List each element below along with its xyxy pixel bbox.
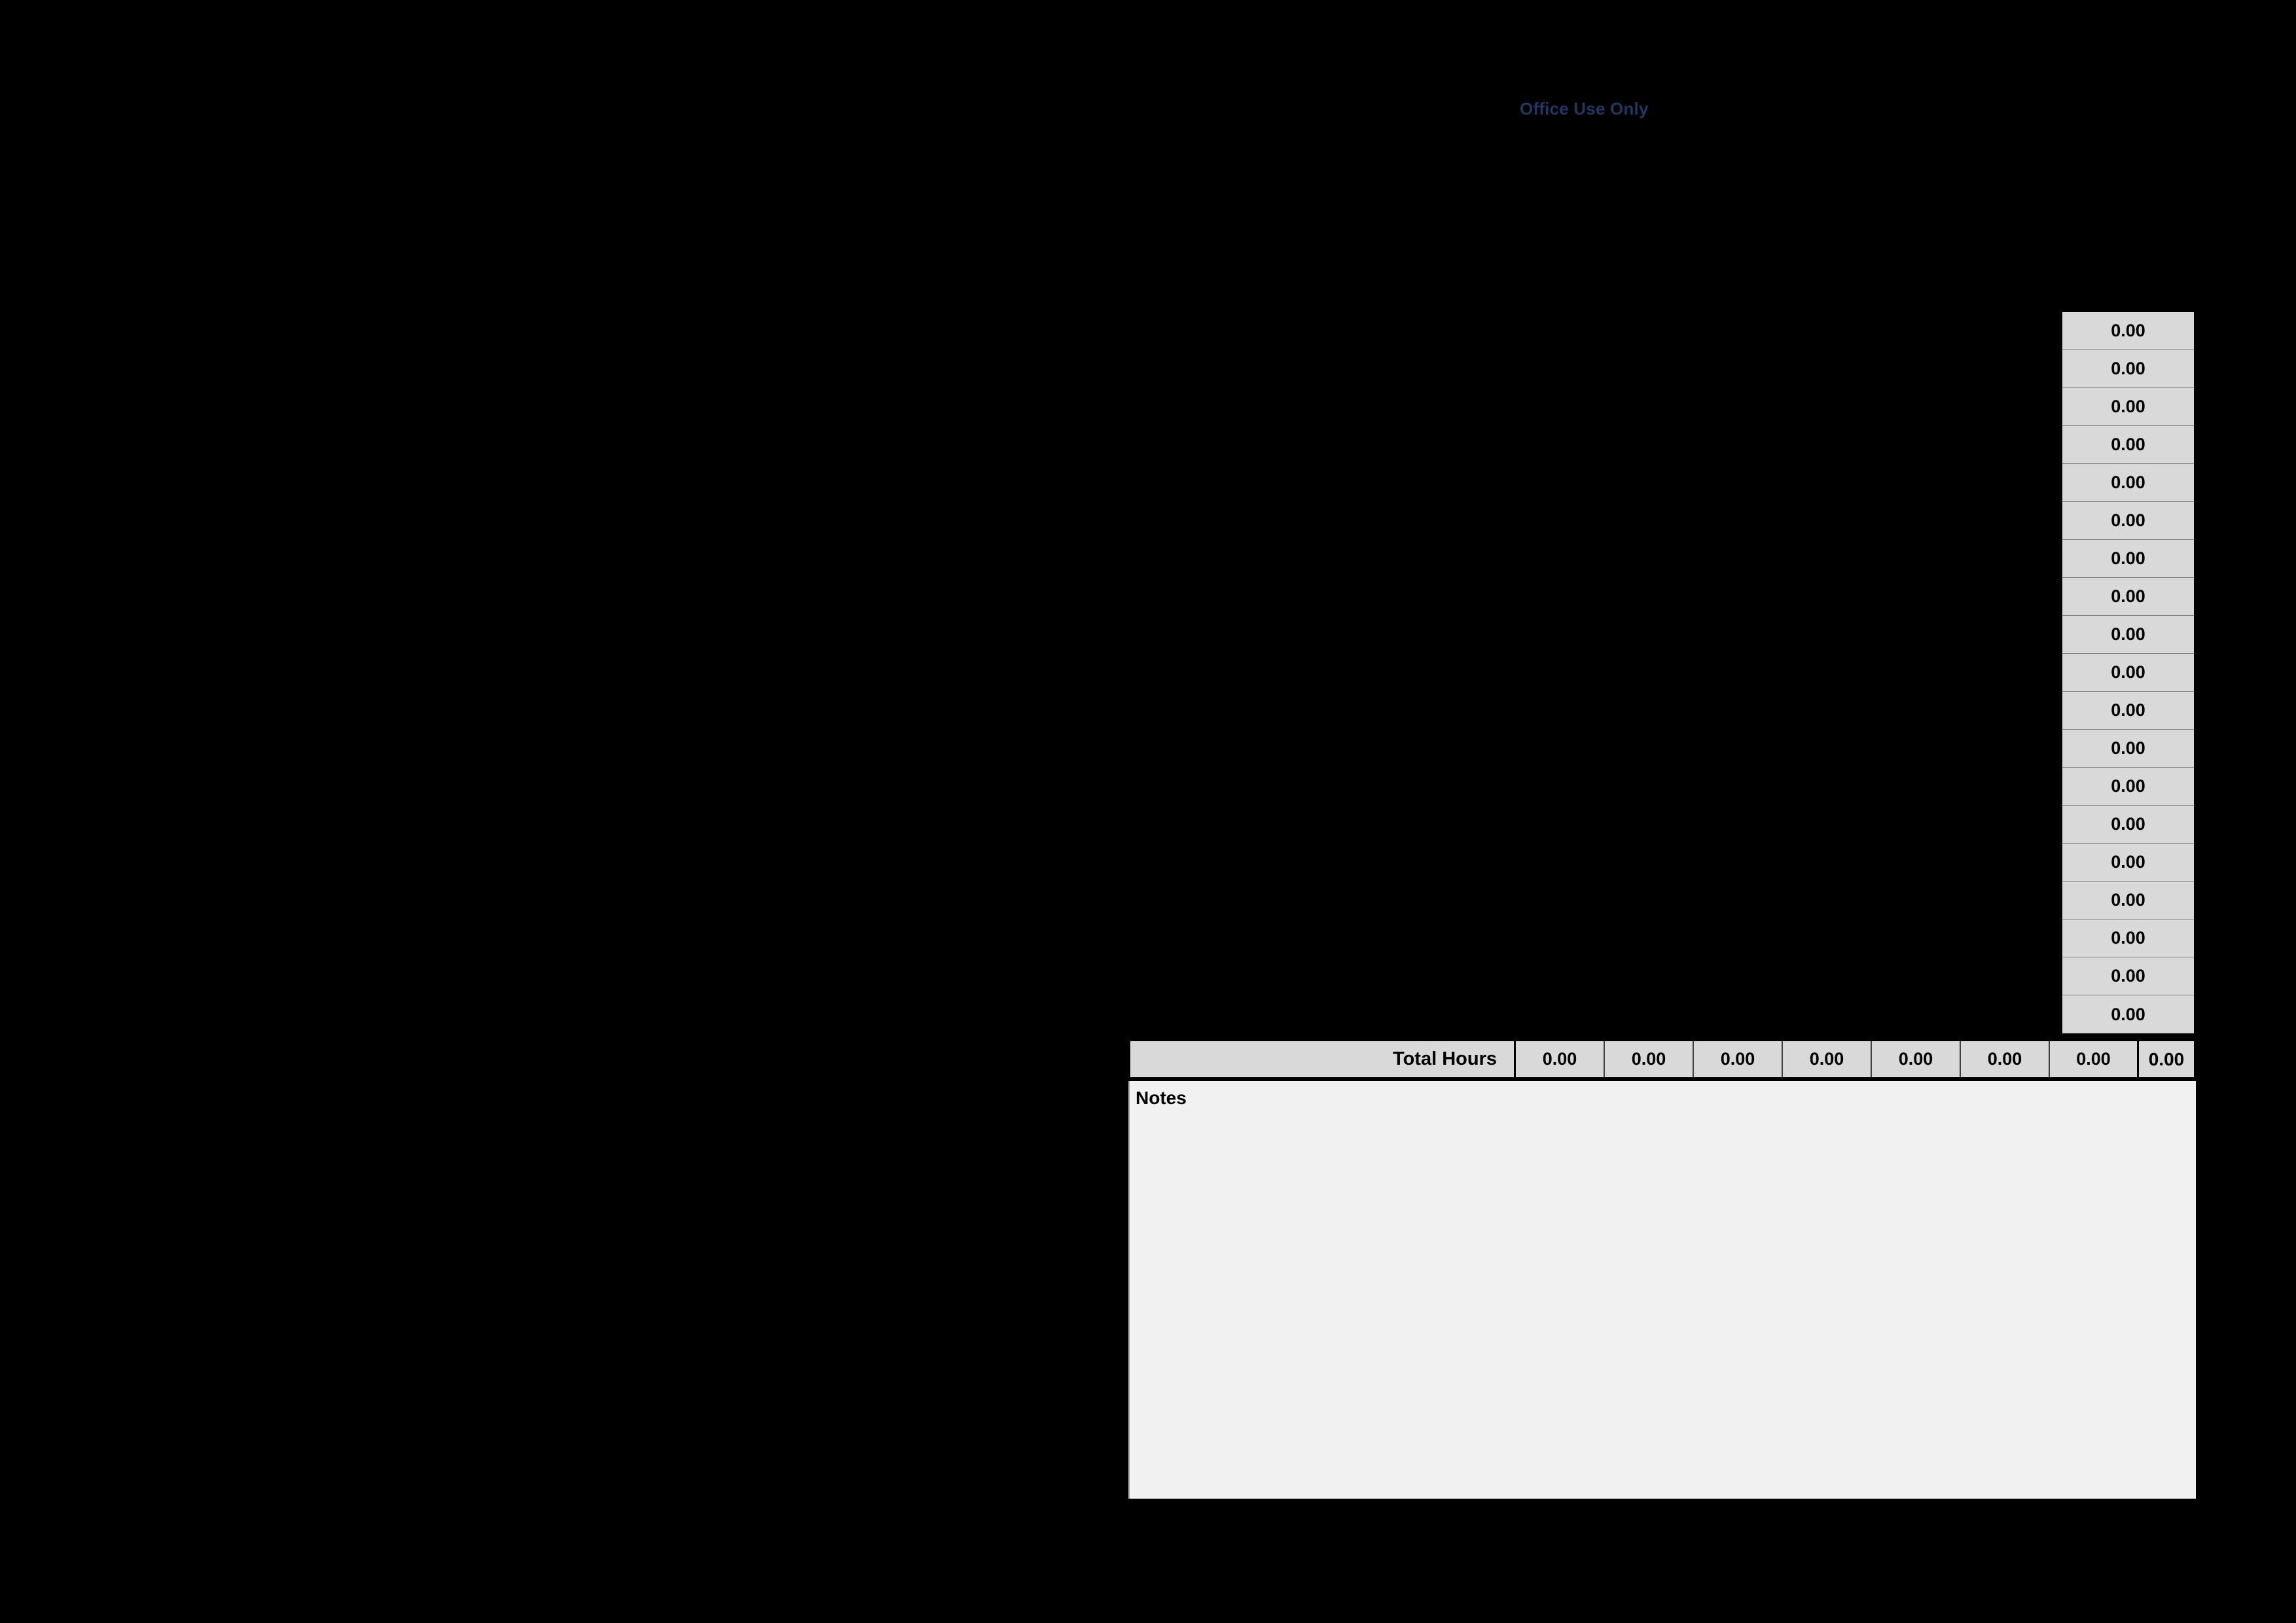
daily-total-cell: 0.00 xyxy=(2062,350,2194,388)
daily-totals-column: 0.00 0.00 0.00 0.00 0.00 0.00 0.00 0.00 … xyxy=(2060,310,2196,1033)
daily-total-cell: 0.00 xyxy=(2062,919,2194,957)
total-hours-day-cell: 0.00 xyxy=(1694,1041,1783,1077)
daily-total-cell: 0.00 xyxy=(2062,730,2194,768)
daily-total-cell: 0.00 xyxy=(2062,464,2194,502)
notes-input[interactable] xyxy=(1136,1119,2191,1493)
notes-label: Notes xyxy=(1136,1088,1187,1108)
total-hours-label: Total Hours xyxy=(1128,1041,1516,1077)
daily-total-cell: 0.00 xyxy=(2062,654,2194,692)
daily-total-cell: 0.00 xyxy=(2062,502,2194,540)
total-hours-day-cell: 0.00 xyxy=(2050,1041,2139,1077)
daily-total-cell: 0.00 xyxy=(2062,426,2194,464)
total-hours-day-cell: 0.00 xyxy=(1872,1041,1961,1077)
notes-panel[interactable]: Notes xyxy=(1128,1081,2196,1499)
total-hours-row: Total Hours 0.00 0.00 0.00 0.00 0.00 0.0… xyxy=(1128,1039,2196,1080)
daily-total-cell: 0.00 xyxy=(2062,844,2194,882)
daily-total-cell: 0.00 xyxy=(2062,768,2194,806)
daily-total-cell: 0.00 xyxy=(2062,882,2194,919)
office-use-only-label: Office Use Only xyxy=(1520,99,1649,118)
total-hours-day-cell: 0.00 xyxy=(1783,1041,1872,1077)
daily-total-cell: 0.00 xyxy=(2062,312,2194,350)
daily-total-cell: 0.00 xyxy=(2062,540,2194,578)
daily-total-cell: 0.00 xyxy=(2062,616,2194,654)
daily-total-cell: 0.00 xyxy=(2062,692,2194,730)
grand-total-cell: 0.00 xyxy=(2139,1041,2196,1077)
daily-total-cell: 0.00 xyxy=(2062,806,2194,844)
daily-total-cell: 0.00 xyxy=(2062,957,2194,995)
daily-total-cell: 0.00 xyxy=(2062,995,2194,1033)
daily-total-cell: 0.00 xyxy=(2062,578,2194,616)
total-hours-day-cell: 0.00 xyxy=(1516,1041,1605,1077)
daily-total-cell: 0.00 xyxy=(2062,388,2194,426)
total-hours-day-cell: 0.00 xyxy=(1961,1041,2050,1077)
total-hours-day-cell: 0.00 xyxy=(1605,1041,1694,1077)
